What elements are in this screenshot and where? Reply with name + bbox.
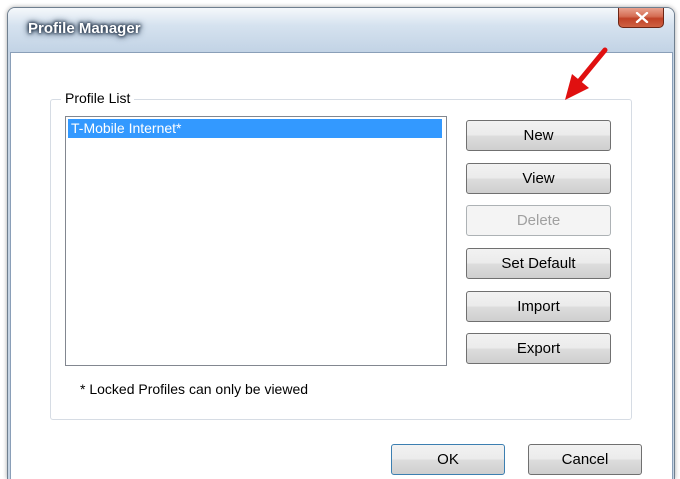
set-default-button[interactable]: Set Default: [466, 248, 611, 279]
window-title: Profile Manager: [28, 20, 141, 37]
new-button[interactable]: New: [466, 120, 611, 151]
import-button[interactable]: Import: [466, 291, 611, 322]
close-button[interactable]: [618, 8, 664, 28]
profile-list-item[interactable]: T-Mobile Internet*: [68, 119, 442, 138]
red-arrow-icon: [553, 42, 618, 112]
export-button[interactable]: Export: [466, 333, 611, 364]
locked-profiles-note: * Locked Profiles can only be viewed: [80, 381, 309, 397]
view-button[interactable]: View: [466, 163, 611, 194]
cancel-button[interactable]: Cancel: [528, 444, 642, 475]
profile-list-label: Profile List: [61, 90, 135, 106]
delete-button: Delete: [466, 205, 611, 236]
dialog-body: Profile List T-Mobile Internet* New View…: [10, 52, 673, 479]
profile-listbox[interactable]: T-Mobile Internet*: [65, 116, 447, 366]
ok-button[interactable]: OK: [391, 444, 505, 475]
